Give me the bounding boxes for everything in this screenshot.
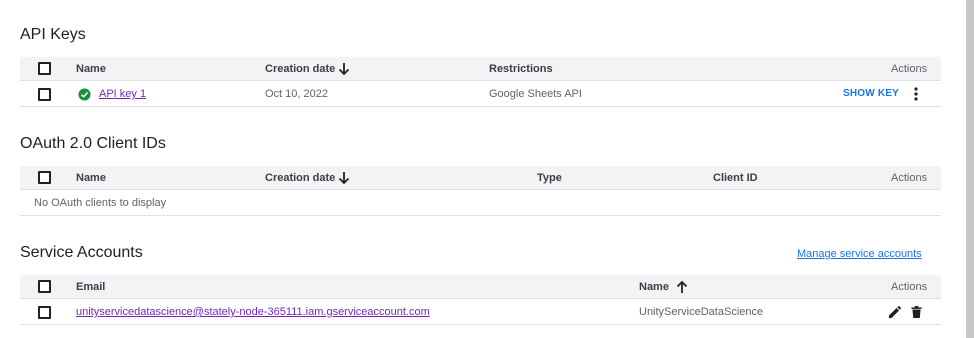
arrow-down-icon[interactable] [338,62,350,76]
empty-state-row: No OAuth clients to display [20,191,941,216]
oauth-title: OAuth 2.0 Client IDs [20,135,166,152]
column-header-actions: Actions [891,63,928,75]
manage-service-accounts-link[interactable]: Manage service accounts [797,242,922,266]
arrow-down-icon[interactable] [338,171,350,185]
api-key-creation-date: Oct 10, 2022 [265,88,328,100]
delete-trash-icon[interactable] [911,305,922,319]
column-header-name[interactable]: Name [639,275,669,299]
column-header-restrictions[interactable]: Restrictions [489,57,553,81]
service-account-email-link[interactable]: unityservicedatascience@stately-node-365… [76,300,430,324]
column-header-name[interactable]: Name [76,57,106,81]
column-header-actions: Actions [891,172,928,184]
select-all-api-keys-checkbox[interactable] [38,62,51,75]
service-accounts-header-row: Email Name Actions [20,275,941,299]
column-header-type[interactable]: Type [537,166,562,190]
api-keys-title: API Keys [20,26,86,43]
column-header-email[interactable]: Email [76,275,105,299]
arrow-up-icon[interactable] [676,280,688,294]
service-accounts-title: Service Accounts [20,244,143,261]
edit-pencil-icon[interactable] [888,306,901,319]
empty-state-message: No OAuth clients to display [34,197,167,209]
column-header-creation-date[interactable]: Creation date [265,57,335,81]
column-header-client-id[interactable]: Client ID [713,166,758,190]
select-all-service-accounts-checkbox[interactable] [38,280,51,293]
show-key-button[interactable]: SHOW KEY [843,82,899,106]
api-keys-header-row: Name Creation date Restrictions Actions [20,57,941,81]
select-all-oauth-checkbox[interactable] [38,171,51,184]
column-header-creation-date[interactable]: Creation date [265,166,335,190]
column-header-actions: Actions [891,281,928,293]
more-vert-icon[interactable] [913,87,919,101]
api-key-restrictions: Google Sheets API [489,88,582,100]
service-account-name: UnityServiceDataScience [639,306,764,318]
table-row: API key 1 Oct 10, 2022 Google Sheets API… [20,82,941,107]
vertical-scrollbar[interactable] [966,0,974,338]
table-row: unityservicedatascience@stately-node-365… [20,300,941,325]
oauth-header-row: Name Creation date Type Client ID Action… [20,166,941,190]
row-checkbox[interactable] [38,306,51,319]
api-key-name-link[interactable]: API key 1 [99,82,146,106]
column-header-name[interactable]: Name [76,166,106,190]
row-checkbox[interactable] [38,88,51,101]
check-circle-icon [78,88,91,101]
